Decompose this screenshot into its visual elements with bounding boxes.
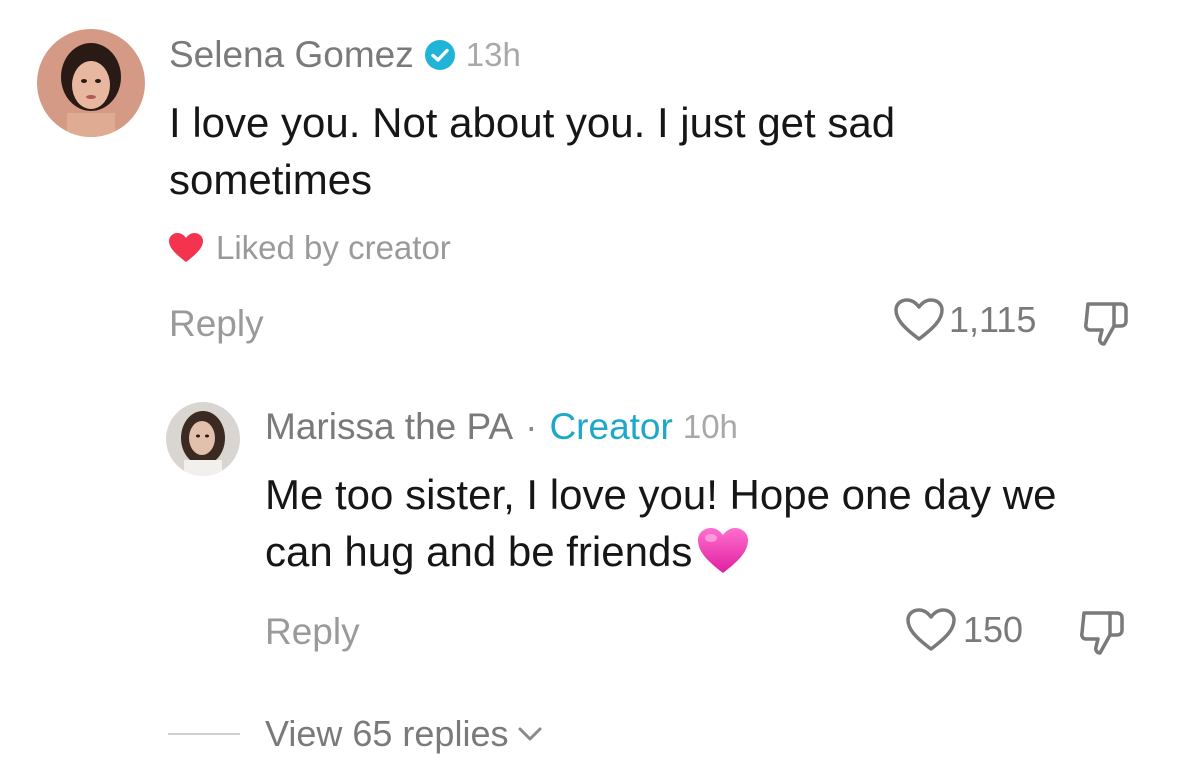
heart-filled-icon	[168, 232, 204, 264]
pink-heart-emoji	[696, 526, 750, 590]
reply-dislike-button[interactable]	[1076, 607, 1128, 664]
verified-badge-icon	[424, 39, 456, 71]
reply-reply-button[interactable]: Reply	[265, 611, 360, 653]
chevron-down-icon[interactable]	[516, 724, 544, 744]
heart-outline-icon[interactable]	[905, 607, 957, 653]
reply-timestamp: 10h	[682, 408, 738, 445]
view-replies-button[interactable]: View 65 replies	[265, 713, 544, 755]
reply-like-count: 150	[963, 609, 1024, 650]
liked-by-label: Liked by creator	[216, 229, 451, 266]
reply-header: Marissa the PA · Creator 10h	[265, 406, 738, 448]
dislike-button[interactable]	[1080, 298, 1132, 355]
commenter-avatar[interactable]	[37, 29, 145, 137]
reply-text: Me too sister, I love you! Hope one day …	[265, 466, 1105, 590]
thumbs-down-icon[interactable]	[1080, 298, 1132, 350]
heart-outline-icon[interactable]	[893, 297, 945, 343]
commenter-username[interactable]: Selena Gomez	[169, 34, 414, 76]
comment-header: Selena Gomez 13h	[169, 34, 521, 76]
liked-by-creator: Liked by creator	[168, 228, 451, 268]
replies-divider	[168, 733, 240, 735]
comment-like-button[interactable]: 1,115	[893, 297, 1036, 343]
reply-button[interactable]: Reply	[169, 303, 264, 345]
creator-tag: Creator	[549, 406, 673, 447]
comment-timestamp: 13h	[465, 36, 521, 73]
reply-username[interactable]: Marissa the PA	[265, 406, 513, 448]
reply-like-button[interactable]: 150	[905, 607, 1023, 653]
view-replies-label[interactable]: View 65 replies	[265, 713, 508, 755]
separator-dot: ·	[525, 406, 538, 447]
reply-avatar[interactable]	[166, 402, 240, 476]
reply-text-body: Me too sister, I love you! Hope one day …	[265, 471, 1057, 575]
thumbs-down-icon[interactable]	[1076, 607, 1128, 659]
like-count: 1,115	[949, 299, 1037, 340]
comment-text: I love you. Not about you. I just get sa…	[169, 99, 896, 203]
